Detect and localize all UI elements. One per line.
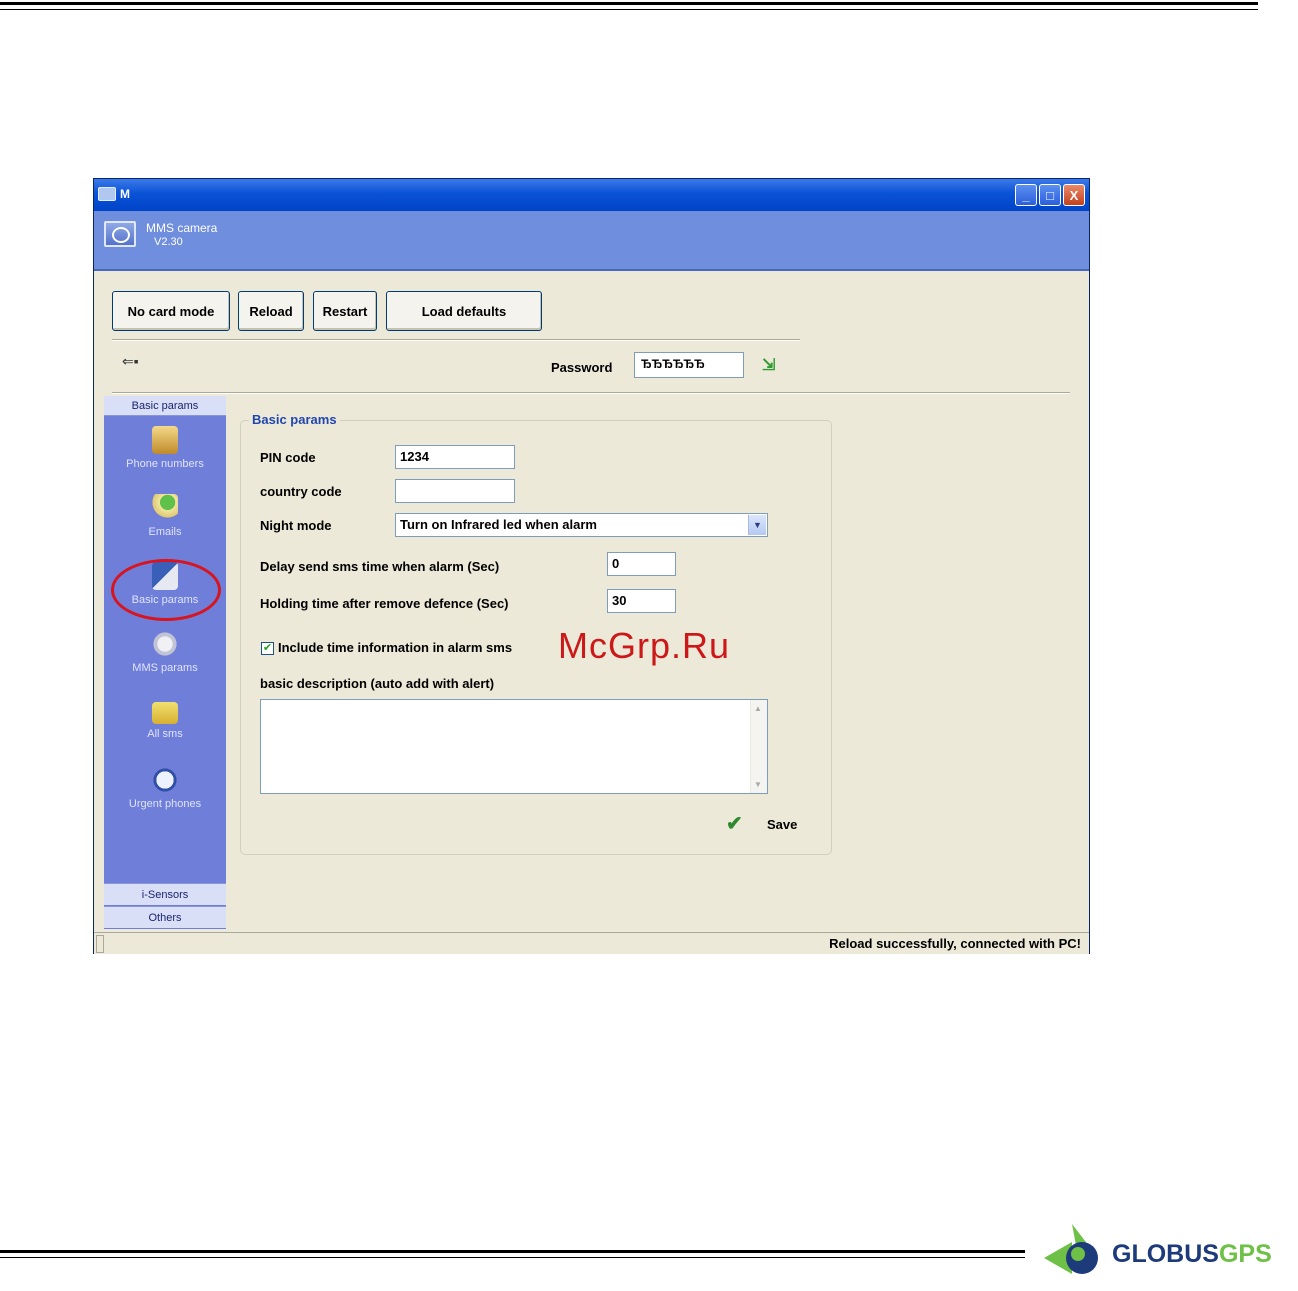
globusgps-logo: GLOBUSGPS bbox=[1042, 1220, 1298, 1290]
window-title: M bbox=[120, 187, 130, 201]
sidebar-item-label: Emails bbox=[148, 526, 182, 538]
app-header: MMS camera V2.30 bbox=[94, 211, 1089, 271]
holding-time-input[interactable]: 30 bbox=[607, 589, 676, 613]
checkmark-icon[interactable]: ✔ bbox=[726, 811, 743, 836]
country-code-label: country code bbox=[260, 484, 342, 499]
save-button[interactable]: Save bbox=[767, 817, 797, 832]
app-window: M _ □ X MMS camera V2.30 No card mode Re… bbox=[93, 178, 1090, 954]
watermark-text: McGrp.Ru bbox=[558, 625, 731, 666]
logo-text-globus: GLOBUS bbox=[1112, 1240, 1219, 1268]
delay-sms-input[interactable]: 0 bbox=[607, 552, 676, 576]
description-scrollbar[interactable]: ▲ ▼ bbox=[750, 700, 767, 793]
camera-monitor-icon bbox=[104, 221, 136, 247]
sidebar-item-emails[interactable]: Emails bbox=[104, 494, 226, 538]
scroll-up-icon[interactable]: ▲ bbox=[754, 704, 762, 713]
sidebar-item-label: MMS params bbox=[132, 662, 198, 674]
holding-time-label: Holding time after remove defence (Sec) bbox=[260, 596, 509, 611]
sidebar-item-label: Phone numbers bbox=[126, 458, 204, 470]
minimize-button[interactable]: _ bbox=[1015, 184, 1037, 206]
connection-icon[interactable]: ⇐▪ bbox=[122, 353, 139, 370]
group-title: Basic params bbox=[249, 412, 340, 427]
night-mode-label: Night mode bbox=[260, 518, 332, 533]
description-textarea[interactable]: ▲ ▼ bbox=[260, 699, 768, 794]
reload-button[interactable]: Reload bbox=[238, 291, 304, 331]
sidebar-header-basic-params[interactable]: Basic params bbox=[104, 396, 226, 416]
password-separator bbox=[112, 392, 1070, 394]
password-field[interactable]: ЂЂЂЂЂЂ bbox=[634, 352, 744, 378]
window-app-icon bbox=[98, 187, 116, 201]
status-panel bbox=[96, 935, 104, 953]
sidebar: Basic params Phone numbers Emails Basic … bbox=[104, 396, 226, 929]
sms-envelope-icon bbox=[152, 702, 178, 724]
night-mode-value: Turn on Infrared led when alarm bbox=[400, 517, 597, 532]
include-time-checkbox[interactable]: ✔ bbox=[261, 642, 274, 655]
sidebar-item-label: All sms bbox=[147, 728, 183, 740]
sidebar-tab-others[interactable]: Others bbox=[104, 906, 226, 928]
email-pin-icon bbox=[152, 494, 178, 522]
title-bar[interactable]: M _ □ X bbox=[94, 179, 1089, 211]
chevron-down-icon[interactable]: ▼ bbox=[748, 515, 766, 535]
password-label: Password bbox=[551, 360, 613, 375]
app-name: MMS camera bbox=[146, 221, 218, 235]
page-top-rule bbox=[0, 2, 1258, 10]
sidebar-item-label: Urgent phones bbox=[128, 798, 202, 810]
include-time-label: Include time information in alarm sms bbox=[278, 640, 513, 655]
phone-book-icon bbox=[152, 426, 178, 454]
scroll-down-icon[interactable]: ▼ bbox=[754, 780, 762, 789]
sidebar-item-urgent-phones[interactable]: Urgent phones bbox=[104, 766, 226, 810]
country-code-input[interactable] bbox=[395, 479, 515, 503]
logo-text-gps: GPS bbox=[1218, 1240, 1272, 1268]
app-version: V2.30 bbox=[154, 236, 183, 248]
urgent-phone-icon bbox=[152, 766, 178, 794]
restart-button[interactable]: Restart bbox=[313, 291, 377, 331]
mms-gear-icon bbox=[152, 630, 178, 658]
toolbar-separator bbox=[112, 339, 800, 341]
status-text: Reload successfully, connected with PC! bbox=[829, 936, 1081, 951]
no-card-mode-button[interactable]: No card mode bbox=[112, 291, 230, 331]
close-button[interactable]: X bbox=[1063, 184, 1085, 206]
sidebar-item-mms-params[interactable]: MMS params bbox=[104, 630, 226, 674]
globe-logo-icon bbox=[1044, 1224, 1098, 1274]
password-apply-icon[interactable]: ⇲ bbox=[762, 355, 775, 375]
delay-sms-label: Delay send sms time when alarm (Sec) bbox=[260, 559, 500, 574]
pin-code-label: PIN code bbox=[260, 450, 316, 465]
status-bar: Reload successfully, connected with PC! bbox=[94, 932, 1089, 954]
maximize-button[interactable]: □ bbox=[1039, 184, 1061, 206]
highlight-circle bbox=[111, 559, 221, 621]
night-mode-select[interactable]: Turn on Infrared led when alarm ▼ bbox=[395, 513, 768, 537]
sidebar-tab-i-sensors[interactable]: i-Sensors bbox=[104, 883, 226, 905]
page-bottom-rule bbox=[0, 1250, 1025, 1258]
logo-wordmark: GLOBUSGPS bbox=[1112, 1240, 1272, 1269]
window-controls: _ □ X bbox=[1015, 184, 1085, 206]
load-defaults-button[interactable]: Load defaults bbox=[386, 291, 542, 331]
sidebar-item-phone-numbers[interactable]: Phone numbers bbox=[104, 426, 226, 470]
pin-code-input[interactable]: 1234 bbox=[395, 445, 515, 469]
description-label: basic description (auto add with alert) bbox=[260, 676, 495, 691]
sidebar-item-all-sms[interactable]: All sms bbox=[104, 698, 226, 740]
